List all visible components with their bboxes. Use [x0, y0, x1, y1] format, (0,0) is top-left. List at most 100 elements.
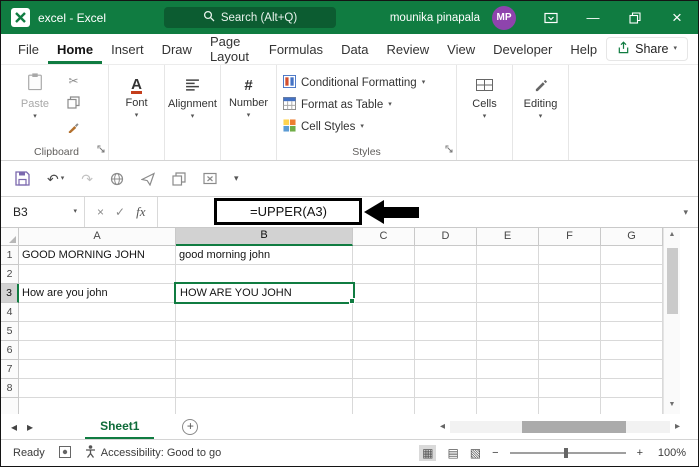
- save-icon[interactable]: [15, 171, 30, 186]
- close-button[interactable]: ×: [656, 1, 698, 34]
- cell-styles-button[interactable]: Cell Styles ▾: [283, 117, 450, 137]
- minimize-button[interactable]: —: [572, 1, 614, 34]
- tab-home[interactable]: Home: [48, 34, 102, 64]
- send-icon[interactable]: [140, 171, 155, 186]
- accessibility-status[interactable]: Accessibility: Good to go: [85, 445, 221, 461]
- alignment-group-label: Alignment: [168, 98, 217, 110]
- insert-function-icon[interactable]: fx: [136, 204, 145, 220]
- zoom-level[interactable]: 100%: [654, 447, 686, 459]
- column-header-a[interactable]: A: [19, 228, 176, 246]
- name-box[interactable]: B3 ▾: [1, 197, 85, 227]
- tab-data[interactable]: Data: [332, 34, 377, 64]
- row-header-2[interactable]: 2: [1, 265, 19, 284]
- row-header-8[interactable]: 8: [1, 379, 19, 398]
- row-header-3[interactable]: 3: [1, 284, 19, 303]
- font-group-button[interactable]: A Font ▾: [109, 65, 165, 160]
- formula-input[interactable]: =UPPER(A3): [158, 197, 673, 227]
- alignment-group-button[interactable]: Alignment ▾: [165, 65, 221, 160]
- cells-group-label: Cells: [472, 98, 497, 110]
- fill-handle[interactable]: [349, 298, 355, 304]
- horizontal-scroll-track[interactable]: [450, 420, 670, 433]
- row-header-7[interactable]: 7: [1, 360, 19, 379]
- tab-view[interactable]: View: [438, 34, 484, 64]
- column-header-d[interactable]: D: [415, 228, 477, 246]
- editing-group-button[interactable]: Editing ▾: [513, 65, 569, 160]
- accessibility-label: Accessibility: Good to go: [100, 447, 222, 459]
- new-sheet-button[interactable]: +: [182, 418, 199, 435]
- tab-draw[interactable]: Draw: [153, 34, 201, 64]
- scroll-down-icon[interactable]: ▼: [664, 398, 680, 412]
- copy-window-icon[interactable]: [172, 171, 186, 186]
- formula-bar-expand-icon[interactable]: ▾: [673, 197, 698, 227]
- vertical-scrollbar[interactable]: ▲ ▼: [663, 228, 680, 414]
- chevron-down-icon: ▾: [360, 123, 364, 130]
- redo-icon[interactable]: ↷: [81, 172, 93, 186]
- tab-developer[interactable]: Developer: [484, 34, 561, 64]
- conditional-formatting-button[interactable]: Conditional Formatting ▾: [283, 73, 450, 93]
- number-group-button[interactable]: # Number ▾: [221, 65, 277, 160]
- column-header-g[interactable]: G: [601, 228, 663, 246]
- paste-button[interactable]: Paste ▾: [11, 71, 59, 142]
- sheet-nav-left-icon[interactable]: ◂: [11, 420, 17, 434]
- row-header-5[interactable]: 5: [1, 322, 19, 341]
- horizontal-scrollbar[interactable]: ◂ ▸: [440, 420, 680, 433]
- ribbon-display-options-icon[interactable]: [530, 1, 572, 34]
- tab-file[interactable]: File: [9, 34, 48, 64]
- tab-formulas[interactable]: Formulas: [260, 34, 332, 64]
- cell-A1[interactable]: GOOD MORNING JOHN: [22, 246, 145, 264]
- cut-icon[interactable]: ✂: [68, 74, 78, 88]
- format-as-table-button[interactable]: Format as Table ▾: [283, 95, 450, 115]
- horizontal-scroll-thumb[interactable]: [522, 420, 627, 433]
- tab-review[interactable]: Review: [378, 34, 439, 64]
- excel-window: excel - Excel Search (Alt+Q) mounika pin…: [0, 0, 699, 467]
- share-button[interactable]: Share ▾: [606, 37, 688, 61]
- grid-cells[interactable]: GOOD MORNING JOHN good morning john How …: [19, 246, 663, 414]
- cell-A3[interactable]: How are you john: [22, 284, 108, 302]
- cells-group-button[interactable]: Cells ▾: [457, 65, 513, 160]
- zoom-out-icon[interactable]: −: [492, 447, 498, 459]
- cell-B3-selected[interactable]: HOW ARE YOU JOHN: [174, 282, 355, 304]
- view-normal-icon[interactable]: ▦: [419, 445, 437, 461]
- cell-B1[interactable]: good morning john: [179, 246, 270, 264]
- chevron-down-icon: ▾: [246, 112, 251, 119]
- sheet-tab-sheet1[interactable]: Sheet1: [85, 414, 155, 439]
- user-name[interactable]: mounika pinapala: [390, 12, 480, 24]
- close-window-icon[interactable]: [203, 172, 217, 185]
- column-header-e[interactable]: E: [477, 228, 539, 246]
- maximize-button[interactable]: [614, 1, 656, 34]
- tab-page-layout[interactable]: Page Layout: [201, 34, 260, 64]
- record-macro-icon[interactable]: [58, 445, 71, 461]
- tab-help[interactable]: Help: [561, 34, 606, 64]
- editing-group-label: Editing: [523, 98, 558, 110]
- zoom-slider-handle[interactable]: [563, 448, 568, 458]
- zoom-in-icon[interactable]: +: [637, 447, 643, 459]
- cancel-icon[interactable]: ×: [97, 205, 104, 219]
- column-header-c[interactable]: C: [353, 228, 415, 246]
- globe-icon[interactable]: [110, 172, 124, 186]
- qat-more-icon[interactable]: ▾: [234, 174, 239, 183]
- view-page-layout-icon[interactable]: ▤: [447, 446, 458, 460]
- row-header-1[interactable]: 1: [1, 246, 19, 265]
- enter-icon[interactable]: ✓: [115, 205, 125, 219]
- avatar[interactable]: MP: [492, 5, 516, 30]
- column-header-b[interactable]: B: [176, 228, 353, 246]
- sheet-nav-right-icon[interactable]: ▸: [27, 420, 33, 434]
- tab-insert[interactable]: Insert: [102, 34, 153, 64]
- select-all-button[interactable]: [1, 228, 19, 246]
- undo-icon[interactable]: ↶ ▾: [47, 172, 64, 186]
- zoom-slider[interactable]: [509, 446, 626, 460]
- row-header-4[interactable]: 4: [1, 303, 19, 322]
- hscroll-left-icon[interactable]: ◂: [440, 421, 445, 432]
- styles-dialog-launcher-icon[interactable]: [445, 140, 453, 158]
- hscroll-right-icon[interactable]: ▸: [675, 421, 680, 432]
- row-header-6[interactable]: 6: [1, 341, 19, 360]
- format-painter-icon[interactable]: [67, 120, 80, 136]
- view-page-break-icon[interactable]: ▧: [470, 446, 481, 460]
- column-header-f[interactable]: F: [539, 228, 601, 246]
- scroll-up-icon[interactable]: ▲: [664, 228, 680, 242]
- search-box[interactable]: Search (Alt+Q): [164, 7, 336, 28]
- vertical-scroll-thumb[interactable]: [667, 248, 678, 314]
- copy-icon[interactable]: [67, 96, 80, 112]
- annotation-arrow-head: [364, 200, 385, 224]
- clipboard-dialog-launcher-icon[interactable]: [97, 140, 105, 158]
